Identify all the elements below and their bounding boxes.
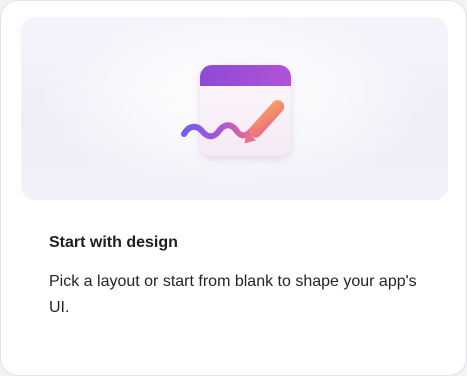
card-illustration-area <box>21 17 448 200</box>
start-with-design-card[interactable]: Start with design Pick a layout or start… <box>0 0 467 376</box>
card-description: Pick a layout or start from blank to sha… <box>49 273 417 316</box>
card-content: Start with design Pick a layout or start… <box>49 233 429 321</box>
card-title: Start with design <box>49 234 178 251</box>
design-pen-icon <box>181 65 291 156</box>
